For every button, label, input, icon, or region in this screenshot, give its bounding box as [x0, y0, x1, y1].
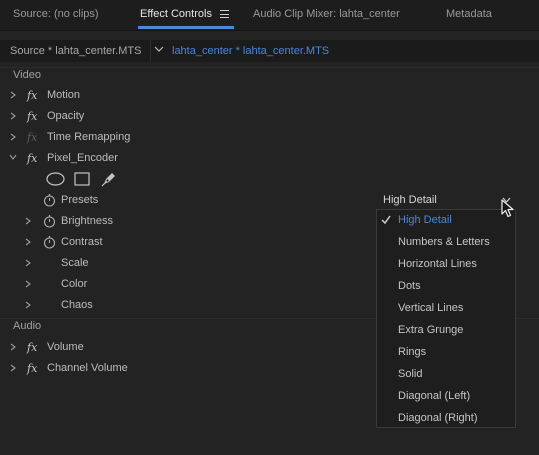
mouse-cursor-icon	[501, 199, 514, 218]
fx-icon[interactable]: fx	[27, 152, 37, 165]
option-label: Diagonal (Right)	[398, 412, 478, 424]
chevron-right-icon[interactable]	[9, 343, 17, 351]
chevron-down-icon[interactable]	[9, 153, 17, 161]
dropdown-option-diagonal-left[interactable]: Diagonal (Left)	[377, 386, 515, 408]
option-label: Rings	[398, 346, 427, 358]
option-label: Vertical Lines	[398, 302, 464, 314]
chevron-right-icon[interactable]	[24, 301, 32, 309]
chevron-right-icon[interactable]	[24, 238, 32, 246]
chevron-right-icon[interactable]	[9, 112, 17, 120]
chevron-right-icon[interactable]	[24, 280, 32, 288]
sequence-clip-label[interactable]: lahta_center * lahta_center.MTS	[172, 45, 329, 57]
param-label: Scale	[61, 257, 89, 269]
effect-row-motion[interactable]: fx Motion	[0, 85, 539, 106]
param-label: Contrast	[61, 236, 103, 248]
source-clip-label[interactable]: Source * lahta_center.MTS	[10, 45, 141, 57]
section-audio-header: Audio	[13, 320, 42, 332]
option-label: Solid	[398, 368, 423, 380]
param-label: Presets	[61, 194, 99, 206]
chevron-right-icon[interactable]	[9, 364, 17, 372]
option-label: Horizontal Lines	[398, 258, 477, 270]
pen-mask-icon[interactable]	[101, 171, 117, 187]
dropdown-option-diagonal-right[interactable]: Diagonal (Right)	[377, 408, 515, 430]
ellipse-mask-icon[interactable]	[46, 172, 65, 186]
fx-icon[interactable]: fx	[27, 110, 37, 123]
dropdown-option-horizontal-lines[interactable]: Horizontal Lines	[377, 254, 515, 276]
dropdown-option-numbers-letters[interactable]: Numbers & Letters	[377, 232, 515, 254]
option-label: Dots	[398, 280, 421, 292]
effect-label: Volume	[47, 341, 84, 353]
fx-icon: fx	[27, 131, 38, 144]
option-label: Extra Grunge	[398, 324, 464, 336]
effect-label: Channel Volume	[47, 362, 128, 374]
fx-icon[interactable]: fx	[27, 89, 37, 102]
panel-menu-icon[interactable]	[220, 10, 229, 18]
section-video-header: Video	[13, 69, 41, 81]
effect-label: Pixel_Encoder	[47, 152, 118, 164]
option-label: High Detail	[398, 214, 452, 226]
chevron-right-icon[interactable]	[24, 259, 32, 267]
effect-row-opacity[interactable]: fx Opacity	[0, 106, 539, 127]
mask-tools	[0, 172, 200, 188]
rectangle-mask-icon[interactable]	[74, 172, 90, 186]
effect-label: Opacity	[47, 110, 85, 122]
chevron-right-icon[interactable]	[9, 91, 17, 99]
divider	[150, 40, 151, 62]
presets-selected-value: High Detail	[383, 194, 437, 206]
param-label: Brightness	[61, 215, 113, 227]
effect-label: Time Remapping	[47, 131, 131, 143]
option-label: Numbers & Letters	[398, 236, 490, 248]
presets-dropdown-menu: High Detail Numbers & Letters Horizontal…	[376, 209, 516, 428]
stopwatch-icon[interactable]	[43, 193, 56, 207]
chevron-right-icon[interactable]	[24, 217, 32, 225]
checkmark-icon	[381, 215, 391, 225]
dropdown-option-dots[interactable]: Dots	[377, 276, 515, 298]
tab-effect-controls[interactable]: Effect Controls	[140, 8, 212, 20]
option-label: Diagonal (Left)	[398, 390, 471, 402]
chevron-down-icon[interactable]	[154, 44, 164, 54]
dropdown-option-solid[interactable]: Solid	[377, 364, 515, 386]
tab-metadata[interactable]: Metadata	[446, 8, 492, 20]
tab-audio-clip-mixer[interactable]: Audio Clip Mixer: lahta_center	[253, 8, 400, 20]
effect-row-pixel-encoder[interactable]: fx Pixel_Encoder	[0, 148, 539, 169]
fx-icon[interactable]: fx	[27, 362, 37, 375]
clip-selector-bar: Source * lahta_center.MTS lahta_center *…	[0, 40, 539, 62]
stopwatch-icon[interactable]	[43, 214, 56, 228]
dropdown-option-extra-grunge[interactable]: Extra Grunge	[377, 320, 515, 342]
divider	[0, 67, 539, 68]
dropdown-option-rings[interactable]: Rings	[377, 342, 515, 364]
param-label: Color	[61, 278, 88, 290]
chevron-right-icon[interactable]	[9, 133, 17, 141]
panel-tab-bar: Source: (no clips) Effect Controls Audio…	[0, 0, 539, 31]
dropdown-option-high-detail[interactable]: High Detail	[377, 210, 515, 232]
tab-source[interactable]: Source: (no clips)	[13, 8, 99, 20]
active-tab-indicator	[138, 26, 234, 29]
stopwatch-icon[interactable]	[43, 235, 56, 249]
dropdown-option-vertical-lines[interactable]: Vertical Lines	[377, 298, 515, 320]
effect-row-time-remapping[interactable]: fx Time Remapping	[0, 127, 539, 148]
fx-icon[interactable]: fx	[27, 341, 37, 354]
presets-dropdown[interactable]: High Detail	[376, 193, 516, 209]
effect-label: Motion	[47, 89, 81, 101]
param-label: Chaos	[61, 299, 93, 311]
